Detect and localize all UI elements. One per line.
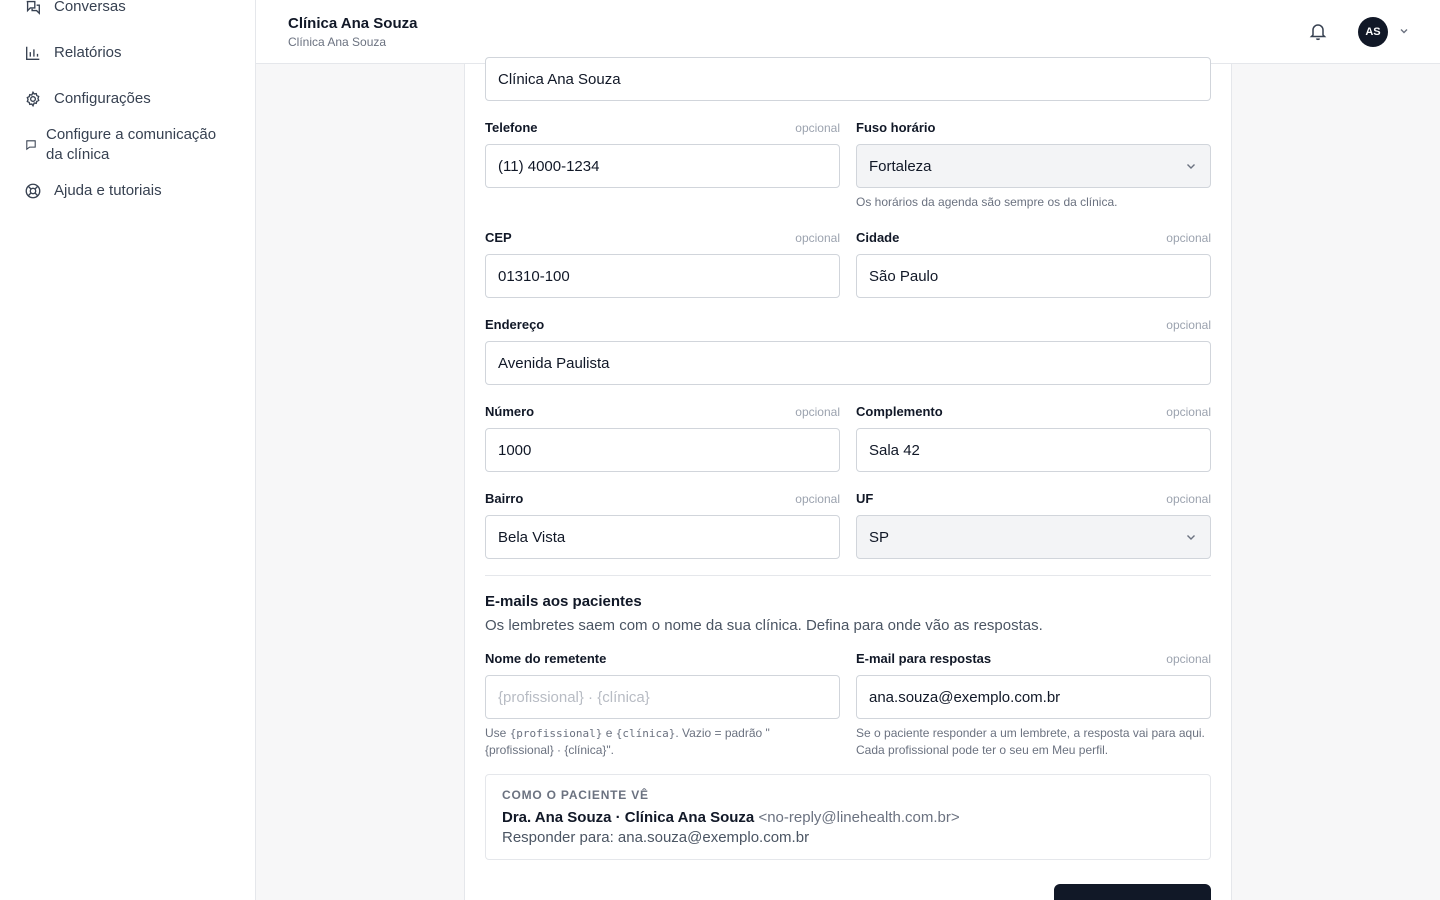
- preview-from-address: <no-reply@linehealth.com.br>: [758, 809, 960, 826]
- uf-value: SP: [869, 528, 890, 546]
- sidebar-item-configuracoes[interactable]: Configurações: [24, 89, 151, 109]
- telefone-input[interactable]: [485, 144, 840, 188]
- cidade-label: Cidade: [856, 230, 900, 245]
- preview-caption: COMO O PACIENTE VÊ: [502, 788, 649, 802]
- sidebar: Conversas Relatórios Configurações Confi…: [0, 0, 256, 900]
- sidebar-item-comunicacao[interactable]: Configure a comunicação da clínica: [24, 125, 226, 165]
- reply-email-label: E-mail para respostas: [856, 651, 992, 666]
- telefone-optional: opcional: [795, 121, 840, 135]
- cidade-input[interactable]: [856, 254, 1211, 298]
- sidebar-item-conversas[interactable]: Conversas: [24, 0, 126, 17]
- fuso-value: Fortaleza: [869, 157, 932, 175]
- sidebar-item-label: Configurações: [54, 90, 151, 107]
- sidebar-item-ajuda[interactable]: Ajuda e tutoriais: [24, 181, 162, 201]
- message-square-icon: [26, 140, 36, 151]
- cep-label: CEP: [485, 230, 512, 245]
- complemento-optional: opcional: [1166, 405, 1211, 419]
- complemento-input[interactable]: [856, 428, 1211, 472]
- uf-optional: opcional: [1166, 492, 1211, 506]
- numero-label: Número: [485, 404, 535, 419]
- bairro-optional: opcional: [795, 492, 840, 506]
- complemento-label: Complemento: [856, 404, 943, 419]
- sender-name-hint: Use {profissional} e {clínica}. Vazio = …: [485, 726, 770, 757]
- emails-section-title: E-mails aos pacientes: [485, 593, 642, 610]
- clinic-name-input[interactable]: [485, 57, 1211, 101]
- fuso-hint: Os horários da agenda são sempre os da c…: [856, 195, 1118, 209]
- sidebar-item-label: Configure a comunicação da clínica: [46, 126, 217, 163]
- chevron-down-icon[interactable]: [1398, 25, 1410, 37]
- preview-from-name: Dra. Ana Souza · Clínica Ana Souza: [502, 809, 755, 826]
- uf-label: UF: [856, 491, 874, 506]
- cidade-optional: opcional: [1166, 231, 1211, 245]
- fuso-select[interactable]: Fortaleza: [856, 144, 1211, 188]
- avatar[interactable]: AS: [1358, 17, 1388, 47]
- numero-input[interactable]: [485, 428, 840, 472]
- section-divider: [485, 575, 1211, 576]
- bairro-input[interactable]: [485, 515, 840, 559]
- bairro-label: Bairro: [485, 491, 524, 506]
- reply-email-hint: Se o paciente responder a um lembrete, a…: [856, 726, 1205, 757]
- sidebar-item-relatorios[interactable]: Relatórios: [24, 43, 122, 63]
- reply-email-optional: opcional: [1166, 652, 1211, 666]
- sidebar-item-label: Relatórios: [54, 44, 122, 61]
- bar-chart-icon: [26, 46, 40, 60]
- chat-icon: [26, 0, 40, 15]
- telefone-label: Telefone: [485, 120, 538, 135]
- sidebar-item-label: Conversas: [54, 0, 126, 15]
- page-title: Clínica Ana Souza: [288, 15, 418, 32]
- sender-name-label: Nome do remetente: [485, 651, 607, 666]
- endereco-input[interactable]: [485, 341, 1211, 385]
- sidebar-item-label: Ajuda e tutoriais: [54, 182, 162, 199]
- cep-input[interactable]: [485, 254, 840, 298]
- gear-icon: [26, 90, 40, 108]
- top-header: Clínica Ana Souza Clínica Ana Souza AS: [256, 0, 1440, 64]
- bell-icon[interactable]: [1308, 21, 1328, 41]
- chevron-down-icon: [1187, 535, 1195, 540]
- save-button[interactable]: [1054, 884, 1211, 900]
- numero-optional: opcional: [795, 405, 840, 419]
- uf-select[interactable]: SP: [856, 515, 1211, 559]
- endereco-optional: opcional: [1166, 318, 1211, 332]
- sender-name-input[interactable]: [485, 675, 840, 719]
- endereco-label: Endereço: [485, 317, 545, 332]
- page-subtitle: Clínica Ana Souza: [288, 35, 387, 49]
- emails-section-description: Os lembretes saem com o nome da sua clín…: [485, 617, 1043, 634]
- fuso-label: Fuso horário: [856, 120, 936, 135]
- reply-email-input[interactable]: [856, 675, 1211, 719]
- preview-from: Dra. Ana Souza · Clínica Ana Souza <no-r…: [502, 809, 960, 826]
- lifebuoy-icon: [25, 183, 41, 199]
- email-preview: COMO O PACIENTE VÊ Dra. Ana Souza · Clín…: [485, 774, 1211, 860]
- chevron-down-icon: [1187, 164, 1195, 169]
- preview-reply-to: Responder para: ana.souza@exemplo.com.br: [502, 829, 810, 846]
- cep-optional: opcional: [795, 231, 840, 245]
